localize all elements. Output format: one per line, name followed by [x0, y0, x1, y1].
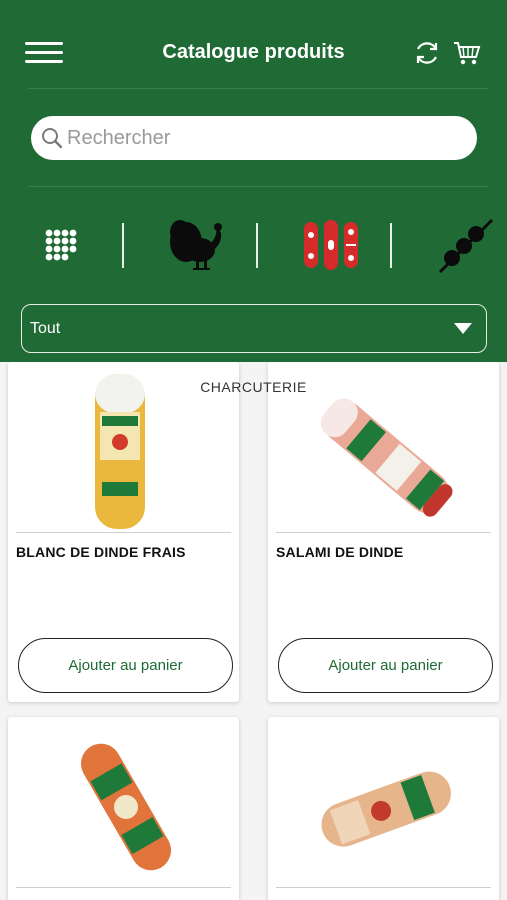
turkey-icon[interactable] — [166, 214, 226, 274]
divider — [28, 88, 488, 89]
search-icon — [42, 128, 63, 149]
add-to-cart-button[interactable]: Ajouter au panier — [278, 638, 493, 693]
divider — [256, 223, 258, 268]
refresh-icon[interactable] — [412, 38, 442, 68]
divider — [276, 887, 491, 888]
chevron-down-icon — [454, 323, 472, 334]
product-card: BLANC DE DINDE FRAIS Ajouter au panier — [8, 362, 239, 702]
product-card — [268, 717, 499, 900]
divider — [122, 223, 124, 268]
divider — [28, 186, 488, 187]
search-input[interactable] — [67, 116, 467, 160]
product-card — [8, 717, 239, 900]
search-bar[interactable] — [31, 116, 477, 160]
divider — [16, 532, 231, 533]
skewer-icon[interactable] — [438, 216, 494, 274]
grid-all-icon[interactable] — [44, 228, 78, 262]
divider — [390, 223, 392, 268]
product-image — [81, 743, 171, 871]
category-filter-select[interactable]: Tout — [21, 304, 487, 353]
product-name: SALAMI DE DINDE — [276, 544, 404, 560]
add-to-cart-button[interactable]: Ajouter au panier — [18, 638, 233, 693]
divider — [16, 887, 231, 888]
shopping-cart-icon[interactable] — [453, 40, 481, 66]
product-name: BLANC DE DINDE FRAIS — [16, 544, 186, 560]
header: Catalogue produits Rechercher Tout — [0, 0, 507, 362]
filter-value: Tout — [30, 320, 61, 337]
sausages-icon[interactable] — [302, 218, 360, 272]
section-title: CHARCUTERIE — [200, 379, 307, 395]
product-image — [321, 771, 451, 847]
product-list: CHARCUTERIE BLANC DE DINDE FRAIS Ajouter… — [0, 362, 507, 900]
product-card: SALAMI DE DINDE Ajouter au panier — [268, 362, 499, 702]
divider — [276, 532, 491, 533]
